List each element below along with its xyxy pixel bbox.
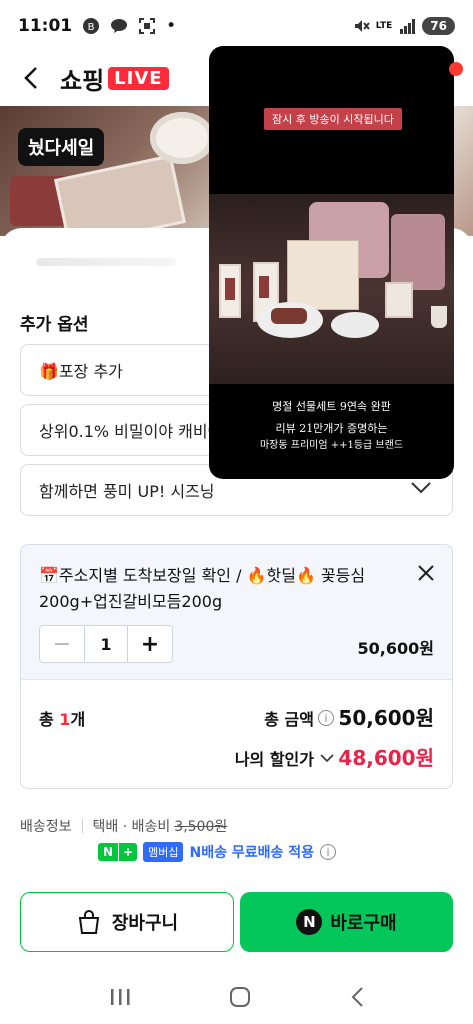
total-amount: 50,600원 bbox=[338, 706, 434, 730]
video-caption: 리뷰 21만개가 증명하는 bbox=[275, 422, 388, 435]
decrease-button[interactable]: − bbox=[40, 626, 84, 662]
selected-item-title: 📅주소지별 도착보장일 확인 / 🔥핫딜🔥 꽃등심200g+업진갈비모듬200g bbox=[39, 566, 366, 611]
additional-options-label: 추가 옵션 bbox=[20, 315, 89, 335]
video-frame bbox=[209, 194, 454, 384]
mute-icon bbox=[354, 20, 370, 32]
selected-item-price: 50,600원 bbox=[357, 639, 434, 658]
option-label: 함께하면 풍미 UP! 시즈닝 bbox=[39, 482, 215, 501]
home-icon[interactable] bbox=[229, 986, 251, 1008]
sale-badge: 눴다세일 bbox=[18, 128, 105, 166]
back-button[interactable] bbox=[18, 65, 44, 91]
npay-plus-logo: N + bbox=[98, 843, 138, 861]
gift-box-image bbox=[54, 154, 186, 236]
video-caption: 마장동 프리미엄 ++1등급 브랜드 bbox=[259, 440, 404, 451]
membership-badge: 멤버십 bbox=[143, 842, 184, 862]
svg-text:B: B bbox=[88, 22, 95, 33]
chat-bubble-icon bbox=[111, 19, 128, 33]
option-label: 🎁포장 추가 bbox=[39, 362, 123, 381]
selected-item-card: 📅주소지별 도착보장일 확인 / 🔥핫딜🔥 꽃등심200g+업진갈비모듬200g… bbox=[20, 544, 453, 680]
faded-text bbox=[36, 258, 176, 266]
notification-icon: B bbox=[83, 18, 100, 34]
status-dot: • bbox=[166, 16, 177, 36]
total-count: 총 1개 bbox=[39, 706, 85, 730]
discount-price-toggle[interactable]: 나의 할인가 bbox=[235, 746, 334, 770]
shipping-method: 택배 · 배송비 bbox=[92, 819, 171, 835]
network-type: LTE bbox=[375, 20, 393, 31]
info-icon[interactable]: i bbox=[318, 710, 334, 726]
signal-icon bbox=[400, 19, 416, 34]
chevron-left-icon bbox=[24, 67, 37, 89]
add-to-cart-button[interactable]: 장바구니 bbox=[20, 892, 234, 952]
notification-dot bbox=[449, 62, 463, 76]
quantity-value[interactable]: 1 bbox=[84, 626, 128, 662]
wrapped-gift-image bbox=[391, 214, 445, 290]
cup-image bbox=[431, 306, 447, 328]
increase-button[interactable]: + bbox=[128, 626, 172, 662]
shopping-bag-icon bbox=[78, 910, 100, 934]
buy-now-button[interactable]: N 바로구매 bbox=[240, 892, 453, 952]
live-video-player[interactable]: 잠시 후 방송이 시작됩니다 명절 선물세트 9연속 완판 리뷰 21만개가 증… bbox=[209, 46, 454, 479]
quantity-stepper: − 1 + bbox=[39, 625, 173, 663]
status-time: 11:01 bbox=[18, 16, 73, 36]
shipping-info: 배송정보 택배 · 배송비 3,500원 bbox=[20, 816, 227, 836]
free-shipping-text: N배송 무료배송 적용 bbox=[189, 845, 314, 861]
total-count-suffix: 개 bbox=[70, 710, 86, 729]
system-nav-bar bbox=[0, 970, 473, 1024]
video-caption: 명절 선물세트 9연속 완판 bbox=[272, 400, 391, 413]
status-bar: 11:01 B • LTE 76 bbox=[0, 0, 473, 52]
battery-level: 76 bbox=[422, 17, 455, 35]
buy-label: 바로구매 bbox=[330, 913, 397, 934]
shipping-fee: 3,500원 bbox=[174, 819, 228, 835]
npay-n: N bbox=[98, 843, 119, 861]
total-amount-label: 총 금액 i bbox=[264, 706, 334, 730]
product-card-image bbox=[219, 264, 241, 318]
steak-plate-image bbox=[257, 302, 323, 338]
npay-plus: + bbox=[118, 843, 138, 861]
chevron-down-icon bbox=[320, 753, 334, 762]
info-icon[interactable]: i bbox=[320, 844, 336, 860]
product-card-image bbox=[385, 282, 413, 318]
live-starting-banner: 잠시 후 방송이 시작됩니다 bbox=[264, 108, 402, 130]
close-icon[interactable] bbox=[416, 563, 436, 583]
total-summary: 총 1개 총 금액 i 50,600원 나의 할인가 48,600원 bbox=[20, 679, 453, 789]
plate-image bbox=[150, 112, 214, 164]
discount-amount: 48,600원 bbox=[338, 746, 434, 770]
option-label: 상위0.1% 비밀이야 캐비어 bbox=[39, 422, 223, 441]
divider bbox=[81, 819, 83, 833]
back-nav-icon[interactable] bbox=[350, 986, 364, 1008]
plate-image bbox=[331, 312, 379, 338]
gift-box-image bbox=[287, 240, 359, 310]
shipping-label: 배송정보 bbox=[20, 819, 72, 835]
discount-label-text: 나의 할인가 bbox=[234, 750, 314, 769]
brand-live-badge: LIVE bbox=[108, 66, 169, 90]
naver-pay-icon: N bbox=[296, 909, 323, 935]
brand-text: 쇼핑 bbox=[60, 66, 105, 95]
total-amount-label-text: 총 금액 bbox=[264, 710, 314, 729]
shopping-live-logo[interactable]: 쇼핑 LIVE bbox=[60, 61, 169, 96]
total-count-number: 1 bbox=[59, 710, 71, 729]
recent-apps-icon[interactable] bbox=[109, 987, 131, 1007]
chevron-down-icon bbox=[411, 482, 431, 494]
free-shipping-info: N + 멤버십 N배송 무료배송 적용 i bbox=[98, 842, 336, 862]
cart-label: 장바구니 bbox=[111, 913, 179, 934]
screenshot-icon bbox=[139, 18, 156, 34]
total-count-prefix: 총 bbox=[39, 710, 60, 729]
